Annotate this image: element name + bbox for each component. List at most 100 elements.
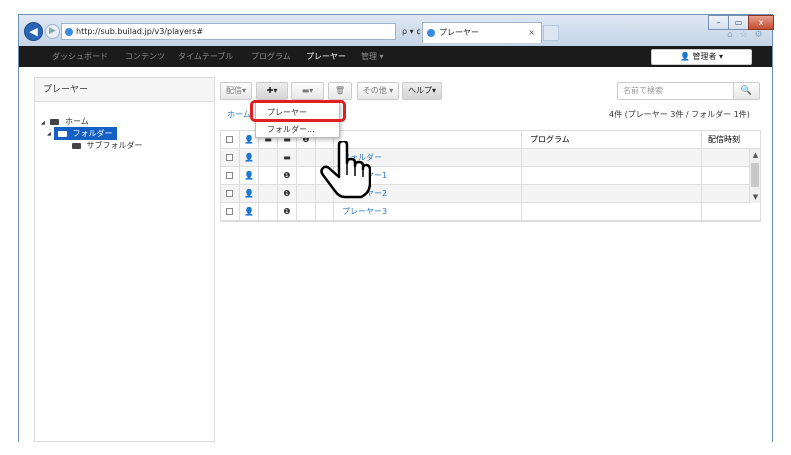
row-cell <box>259 185 278 203</box>
row-checkbox[interactable] <box>226 154 233 161</box>
select-all-checkbox[interactable] <box>226 136 233 143</box>
user-icon: 👤 <box>244 153 254 162</box>
row-cell <box>316 203 334 221</box>
tree-label: サブフォルダー <box>86 141 143 150</box>
top-navbar: ダッシュボード コンテンツ タイムテーブル プログラム プレーヤー 管理 ▾ 👤… <box>19 46 772 67</box>
add-button[interactable]: ✚▾ <box>256 82 288 100</box>
tree-label: ホーム <box>64 117 89 126</box>
back-arrow-icon[interactable]: ◀ <box>24 22 43 41</box>
folder-button[interactable]: ▬▾ <box>291 82 324 100</box>
search-icon[interactable]: 🔍 <box>733 82 760 100</box>
breadcrumb[interactable]: ホーム <box>227 109 251 120</box>
tree-label: フォルダー <box>72 129 113 138</box>
info-icon: ❶ <box>283 189 291 198</box>
row-checkbox[interactable] <box>226 208 233 215</box>
row-cell: ❶ <box>278 185 297 203</box>
row-select-cell <box>221 185 240 203</box>
folder-tree-panel: プレーヤー ◢ ホーム ◢ フォルダー サブフォルダー <box>34 77 215 442</box>
table-row[interactable]: 👤 ❶ プレーヤー2 <box>221 185 760 203</box>
tree-item-subfolder[interactable]: サブフォルダー <box>72 139 143 152</box>
browser-titlebar: ◀ ▶ http://sub.builad.jp/v3/players# ρ ▾… <box>19 15 774 46</box>
row-cell: 👤 <box>240 185 259 203</box>
item-count: 4件 (プレーヤー 3件 / フォルダー 1件) <box>609 110 750 119</box>
forward-arrow-icon[interactable]: ▶ <box>45 24 60 39</box>
minimize-button[interactable]: – <box>708 15 729 30</box>
row-time <box>702 149 751 167</box>
row-cell <box>297 167 316 185</box>
close-window-button[interactable]: x <box>748 15 774 30</box>
row-cell: 👤 <box>240 149 259 167</box>
column-header-program[interactable]: プログラム <box>522 131 702 149</box>
user-icon: 👤 <box>244 207 254 216</box>
nav-contents[interactable]: コンテンツ <box>125 46 165 67</box>
nav-admin-menu[interactable]: 管理 ▾ <box>361 46 384 67</box>
tab-close-icon[interactable]: × <box>528 23 535 42</box>
row-program <box>522 203 702 221</box>
user-icon: 👤 <box>244 171 254 180</box>
search-refresh-controls[interactable]: ρ ▾ ¢ <box>402 23 424 40</box>
folder-open-icon <box>58 130 67 137</box>
table-scrollbar[interactable]: ▲ ▼ <box>749 149 760 203</box>
tree-toggle-icon[interactable]: ◢ <box>47 128 51 141</box>
address-url: http://sub.builad.jp/v3/players# <box>76 27 204 36</box>
browser-toolbar-icons[interactable]: ⌂ ☆ ⚙ <box>727 30 765 40</box>
panel-title: プレーヤー <box>35 78 214 102</box>
row-cell <box>259 149 278 167</box>
table-row[interactable]: 👤 ▬ フォルダー <box>221 149 760 167</box>
row-cell: 👤 <box>240 167 259 185</box>
menu-item-add-folder[interactable]: フォルダー... <box>267 123 315 137</box>
row-cell <box>297 149 316 167</box>
row-cell: 👤 <box>240 203 259 221</box>
nav-dashboard[interactable]: ダッシュボード <box>52 46 108 67</box>
row-time <box>702 185 751 203</box>
nav-program[interactable]: プログラム <box>251 46 291 67</box>
trash-icon[interactable]: 🗑 <box>328 82 352 100</box>
address-bar[interactable]: http://sub.builad.jp/v3/players# <box>61 23 396 40</box>
tree-toggle-icon[interactable]: ◢ <box>41 120 45 126</box>
row-name-link[interactable]: プレーヤー3 <box>342 207 387 216</box>
row-cell <box>297 185 316 203</box>
row-cell: ▬ <box>278 149 297 167</box>
scroll-down-icon[interactable]: ▼ <box>750 193 761 201</box>
row-checkbox[interactable] <box>226 172 233 179</box>
nav-player[interactable]: プレーヤー <box>306 46 346 67</box>
row-select-cell <box>221 167 240 185</box>
row-program <box>522 185 702 203</box>
scroll-up-icon[interactable]: ▲ <box>750 151 761 159</box>
browser-tab[interactable]: プレーヤー × <box>422 22 542 43</box>
user-icon: 👤 <box>244 189 254 198</box>
row-checkbox[interactable] <box>226 190 233 197</box>
row-time <box>702 167 751 185</box>
table-row[interactable]: 👤 ❶ プレーヤー3 <box>221 203 760 221</box>
annotation-highlight-box <box>250 100 346 122</box>
info-icon: ❶ <box>283 207 291 216</box>
ie-tab-icon <box>427 29 435 37</box>
nav-timetable[interactable]: タイムテーブル <box>178 46 233 67</box>
search-input[interactable]: 名前で検索 <box>617 82 734 100</box>
deliver-button[interactable]: 配信▾ <box>220 82 252 100</box>
row-select-cell <box>221 203 240 221</box>
players-table: 👤 ▬ ▬ ❶ プログラム 配信時刻 👤 ▬ フォルダー 👤 ❶ 👤 ❶ 👤 ❶… <box>220 130 761 222</box>
row-time <box>702 203 751 221</box>
table-row[interactable]: 👤 ❶ プレーヤー1 <box>221 167 760 185</box>
row-select-cell <box>221 149 240 167</box>
row-program <box>522 149 702 167</box>
help-menu-button[interactable]: ヘルプ▾ <box>402 82 442 100</box>
column-header-time[interactable]: 配信時刻 <box>702 131 751 149</box>
tab-title: プレーヤー <box>439 28 479 37</box>
row-cell <box>297 203 316 221</box>
header-select-cell <box>221 131 240 149</box>
other-menu-button[interactable]: その他 ▾ <box>357 82 399 100</box>
admin-user-button[interactable]: 👤 管理者 ▾ <box>651 49 752 65</box>
folder-open-icon <box>50 118 60 125</box>
row-program <box>522 167 702 185</box>
row-cell: ❶ <box>278 167 297 185</box>
new-tab-button[interactable] <box>543 25 559 41</box>
maximize-button[interactable]: ▭ <box>728 15 749 30</box>
row-cell <box>259 203 278 221</box>
folder-open-icon <box>72 142 81 149</box>
hand-pointer-icon <box>320 141 371 199</box>
row-cell: ❶ <box>278 203 297 221</box>
folder-open-icon: ▬ <box>283 153 291 162</box>
scrollbar-thumb[interactable] <box>751 163 759 187</box>
